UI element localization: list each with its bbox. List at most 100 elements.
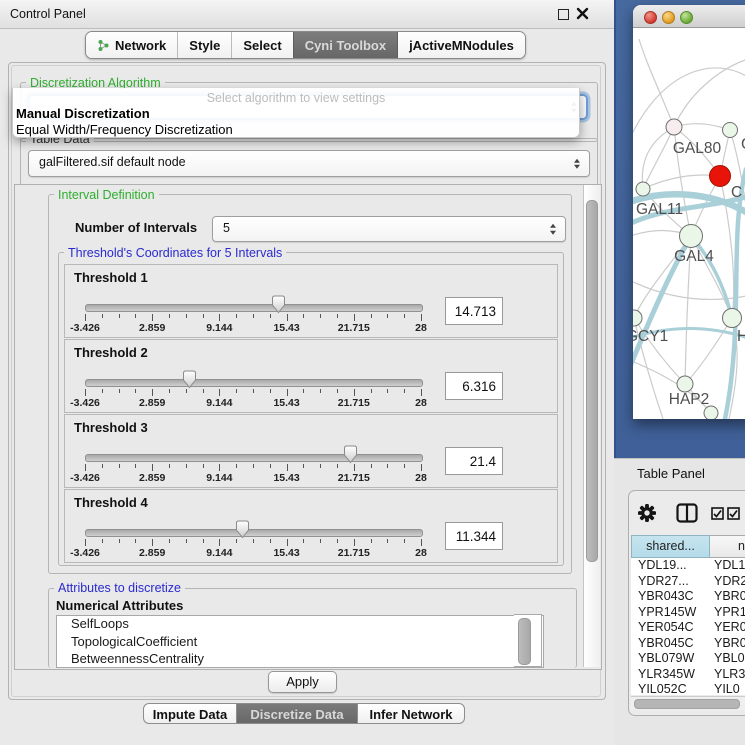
- slider-tick: [135, 464, 136, 468]
- slider-tick: [102, 314, 103, 318]
- slider-tick: [270, 464, 271, 468]
- slider-thumb[interactable]: [343, 445, 358, 464]
- network-node[interactable]: [710, 166, 731, 187]
- cell-shared-name[interactable]: YDR27...: [631, 574, 710, 590]
- slider-tick: [186, 314, 187, 318]
- slider-tick: [371, 464, 372, 468]
- network-node[interactable]: [636, 182, 650, 196]
- algorithm-option-manual[interactable]: Manual Discretization: [16, 106, 150, 121]
- table-row[interactable]: YDR27...YDR2: [631, 574, 745, 590]
- cell-shared-name[interactable]: YBL079W: [631, 651, 710, 667]
- minimize-traffic-light[interactable]: [662, 11, 675, 24]
- tab-select[interactable]: Select: [231, 32, 292, 58]
- table-row[interactable]: YER054CYER0: [631, 620, 745, 636]
- close-icon[interactable]: [576, 7, 589, 20]
- cell-shared-name[interactable]: YIL052C: [631, 682, 710, 695]
- slider-thumb[interactable]: [271, 295, 286, 314]
- cell-name[interactable]: YDL1: [710, 558, 745, 574]
- num-intervals-combobox[interactable]: 5: [212, 216, 566, 242]
- slider-tick-label: -3.426: [70, 322, 100, 334]
- cell-name[interactable]: YPR1: [710, 605, 745, 621]
- tab-infer-network[interactable]: Infer Network: [357, 703, 465, 724]
- cell-name[interactable]: YDR2: [710, 574, 745, 590]
- slider-thumb[interactable]: [182, 370, 197, 389]
- network-node[interactable]: [677, 376, 693, 392]
- list-scrollbar[interactable]: [514, 614, 542, 667]
- tab-discretize-data[interactable]: Discretize Data: [236, 703, 358, 724]
- zoom-traffic-light[interactable]: [680, 11, 693, 24]
- numerical-attributes-list[interactable]: SelfLoopsTopologicalCoefficientBetweenne…: [56, 615, 544, 668]
- cell-name[interactable]: YBL0: [710, 651, 745, 667]
- slider-tick: [85, 539, 86, 546]
- gear-icon[interactable]: [638, 504, 656, 522]
- tab-style[interactable]: Style: [177, 32, 231, 58]
- horizontal-scrollbar[interactable]: [631, 696, 745, 710]
- table-row[interactable]: YBR045CYBR0: [631, 636, 745, 652]
- threshold-value-field[interactable]: 14.713: [445, 297, 503, 325]
- cell-shared-name[interactable]: YBR043C: [631, 589, 710, 605]
- cell-shared-name[interactable]: YLR345W: [631, 667, 710, 683]
- attribute-list-item[interactable]: TopologicalCoefficient: [57, 634, 543, 652]
- slider-tick: [287, 314, 288, 321]
- cell-name[interactable]: YER0: [710, 620, 745, 636]
- apply-button[interactable]: Apply: [268, 671, 337, 693]
- attribute-list-item[interactable]: BetweennessCentrality: [57, 651, 543, 668]
- table-row[interactable]: YBR043CYBR0: [631, 589, 745, 605]
- cell-shared-name[interactable]: YPR145W: [631, 605, 710, 621]
- slider-tick-label: 21.715: [338, 472, 370, 484]
- checkbox-icon[interactable]: [727, 507, 740, 520]
- table-row[interactable]: YBL079WYBL0: [631, 651, 745, 667]
- slider-tick: [169, 464, 170, 468]
- horizontal-scrollbar-thumb[interactable]: [634, 699, 740, 709]
- table-row[interactable]: YPR145WYPR1: [631, 605, 745, 621]
- algorithm-option-equal-width[interactable]: Equal Width/Frequency Discretization: [16, 122, 233, 137]
- network-window-titlebar[interactable]: [633, 5, 745, 28]
- threshold-value-field[interactable]: 21.4: [445, 447, 503, 475]
- float-window-icon[interactable]: [558, 9, 569, 20]
- table-data-combobox[interactable]: galFiltered.sif default node: [28, 150, 590, 177]
- slider-tick: [337, 314, 338, 318]
- slider-tick-label: 9.144: [206, 547, 232, 559]
- slider-track[interactable]: [85, 454, 423, 462]
- attribute-list-item[interactable]: SelfLoops: [57, 616, 543, 634]
- cell-shared-name[interactable]: YDL19...: [631, 558, 710, 574]
- close-traffic-light[interactable]: [644, 11, 657, 24]
- slider-thumb[interactable]: [235, 520, 250, 539]
- network-node[interactable]: [723, 309, 742, 328]
- cell-name[interactable]: YIL0: [710, 682, 740, 695]
- threshold-value-field[interactable]: 11.344: [445, 522, 503, 550]
- network-node[interactable]: [723, 123, 738, 138]
- network-graph[interactable]: GAL80GACGAL11GAL4GCY1HHAP2: [633, 27, 745, 419]
- cell-name[interactable]: YBR0: [710, 636, 745, 652]
- slider-tick-label: 9.144: [206, 322, 232, 334]
- slider-track[interactable]: [85, 379, 423, 387]
- checkbox-icon[interactable]: [711, 507, 724, 520]
- cell-name[interactable]: YLR3: [710, 667, 745, 683]
- tab-jactivemnodules[interactable]: jActiveMNodules: [397, 32, 525, 58]
- table-row[interactable]: YLR345WYLR3: [631, 667, 745, 683]
- slider-tick: [119, 314, 120, 318]
- tab-network[interactable]: Network: [86, 32, 177, 58]
- tab-cyni-toolbox[interactable]: Cyni Toolbox: [293, 32, 397, 58]
- cell-shared-name[interactable]: YBR045C: [631, 636, 710, 652]
- split-columns-icon[interactable]: [676, 503, 698, 523]
- network-node[interactable]: [704, 406, 718, 419]
- network-node[interactable]: [680, 225, 703, 248]
- network-node[interactable]: [666, 119, 682, 135]
- vertical-scrollbar-thumb[interactable]: [586, 200, 598, 562]
- slider-tick: [404, 464, 405, 468]
- slider-track[interactable]: [85, 529, 423, 537]
- tab-impute-data[interactable]: Impute Data: [143, 703, 237, 724]
- column-header-name[interactable]: name: [710, 535, 745, 558]
- cell-name[interactable]: YBR0: [710, 589, 745, 605]
- cell-shared-name[interactable]: YER054C: [631, 620, 710, 636]
- network-node[interactable]: [633, 310, 642, 326]
- slider-track[interactable]: [85, 304, 423, 312]
- network-window[interactable]: GAL80GACGAL11GAL4GCY1HHAP2: [633, 5, 745, 419]
- threshold-value-field[interactable]: 6.316: [445, 372, 503, 400]
- table-row[interactable]: YDL19...YDL1: [631, 558, 745, 574]
- vertical-scrollbar[interactable]: [583, 185, 600, 667]
- list-scrollbar-thumb[interactable]: [518, 618, 531, 665]
- table-row[interactable]: YIL052CYIL0: [631, 682, 745, 695]
- column-header-shared-name[interactable]: shared...: [631, 535, 710, 558]
